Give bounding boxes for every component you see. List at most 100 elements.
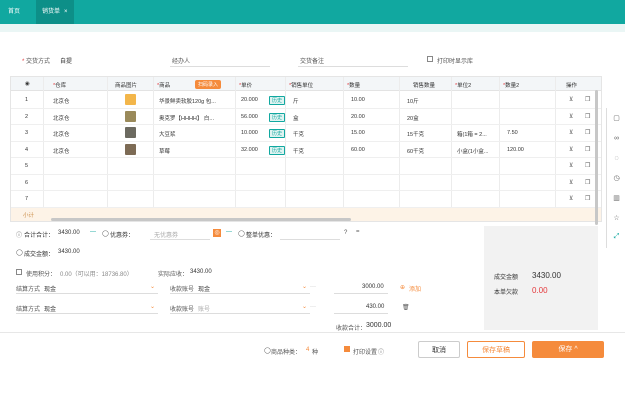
link-icon[interactable]: ∞ [612, 134, 621, 143]
close-icon[interactable]: × [64, 9, 68, 15]
table-row[interactable]: 3 北京仓 大豆浆 10.000 千克 15.00 15千克 箱(1箱 = 2... 7.50 历… [11, 125, 601, 142]
qty2-cell[interactable]: 120.00 [507, 147, 524, 153]
table-row[interactable]: 7 ⊻ ❐ [11, 191, 601, 208]
amount-1-field[interactable] [334, 293, 388, 294]
delete-row-icon[interactable]: ⊻ [569, 195, 573, 202]
product-cell[interactable]: 奥克罗【HHHH】 白... [159, 114, 214, 122]
qty-cell[interactable]: 20.00 [351, 114, 365, 120]
delete-row-icon[interactable]: ⊻ [569, 129, 573, 136]
handler-field[interactable] [170, 66, 270, 67]
price-history-button[interactable]: 历史 [269, 129, 286, 138]
unit-cell[interactable]: 盒 [293, 114, 299, 122]
copy-row-icon[interactable]: ❐ [585, 146, 590, 153]
account2-input[interactable]: 账号 [198, 304, 210, 313]
trade-value[interactable]: 自提 [60, 56, 72, 65]
coupon-pick-button[interactable]: ◎ [213, 229, 221, 237]
clock-icon[interactable]: ◷ [612, 174, 621, 183]
scan-entry-button[interactable]: 扫码录入 [195, 80, 222, 89]
delete-row-icon[interactable]: ⊻ [569, 162, 573, 169]
delete-row-icon[interactable]: ⊻ [569, 179, 573, 186]
copy-row-icon[interactable]: ❐ [585, 179, 590, 186]
copy-row-icon[interactable]: ❐ [585, 96, 590, 103]
delete-icon[interactable]: 🗑 [402, 304, 410, 311]
save-button[interactable]: 保存 ^ [532, 341, 604, 358]
chevron-down-icon[interactable]: ⌄ [302, 303, 307, 310]
handler-label[interactable]: 经办人 [172, 56, 190, 65]
settle2-field[interactable] [16, 313, 158, 314]
product-cell[interactable]: 大豆浆 [159, 130, 176, 138]
expand-icon[interactable]: ⤢ [612, 232, 621, 241]
coupon-field[interactable] [150, 239, 210, 240]
unit2-cell[interactable]: 箱(1箱 = 2... [457, 130, 487, 138]
vertical-scrollbar[interactable] [595, 90, 598, 225]
chevron-down-icon[interactable]: ⌄ [302, 283, 307, 290]
delete-row-icon[interactable]: ⊻ [569, 96, 573, 103]
points-checkbox[interactable] [16, 269, 22, 275]
whole-discount-field[interactable] [280, 239, 340, 240]
more-icon[interactable]: ··· [310, 284, 316, 290]
product-cell[interactable]: 华景鲜卖软胶120g 包... [159, 97, 216, 105]
qty2-cell[interactable]: 7.50 [507, 130, 518, 136]
qty-cell[interactable]: 60.00 [351, 147, 365, 153]
amount-2-field[interactable] [334, 313, 388, 314]
copy-row-icon[interactable]: ❐ [585, 113, 590, 120]
unit-cell[interactable]: 斤 [293, 97, 299, 105]
tab-home[interactable]: 首页 [8, 0, 20, 24]
delete-row-icon[interactable]: ⊻ [569, 146, 573, 153]
chevron-down-icon[interactable]: ⌄ [150, 283, 155, 290]
warehouse-cell[interactable]: 北京仓 [53, 114, 70, 122]
table-row[interactable]: 5 ⊻ ❐ [11, 158, 601, 175]
help-icon[interactable]: ⓘ [378, 347, 384, 356]
remark-label[interactable]: 交货备注 [300, 56, 324, 65]
chevron-down-icon[interactable]: ⌄ [150, 303, 155, 310]
table-row[interactable]: 1 北京仓 华景鲜卖软胶120g 包... 20.000 斤 10.00 10斤 历史 ⊻ ❐ [11, 92, 601, 109]
warehouse-cell[interactable]: 北京仓 [53, 130, 70, 138]
warehouse-cell[interactable]: 北京仓 [53, 147, 70, 155]
price-cell[interactable]: 32.000 [241, 147, 258, 153]
price-cell[interactable]: 56.000 [241, 114, 258, 120]
price-cell[interactable]: 20.000 [241, 97, 258, 103]
more-icon[interactable]: ··· [310, 304, 316, 310]
table-row[interactable]: 4 北京仓 草莓 32.000 千克 60.00 60千克 小盒(1小盒... 120.00 历史… [11, 142, 601, 158]
star-icon[interactable]: ☆ [612, 214, 621, 223]
settle2-value[interactable]: 现金 [44, 304, 56, 313]
qty-cell[interactable]: 10.00 [351, 97, 365, 103]
price-history-button[interactable]: 历史 [269, 96, 286, 105]
horizontal-scrollbar[interactable] [51, 218, 351, 221]
account-value[interactable]: 现金 [198, 284, 210, 293]
print-checkbox[interactable] [427, 56, 433, 62]
unit-cell[interactable]: 千克 [293, 130, 304, 138]
copy-row-icon[interactable]: ❐ [585, 129, 590, 136]
unit2-cell[interactable]: 小盒(1小盒... [457, 147, 488, 155]
print-settings-checkbox[interactable] [344, 346, 350, 352]
settle-value[interactable]: 现金 [44, 284, 56, 293]
barcode-icon[interactable]: ▥ [612, 194, 621, 203]
sale-qty-cell[interactable]: 10斤 [407, 97, 419, 105]
sale-qty-cell[interactable]: 20盒 [407, 114, 419, 122]
unit-cell[interactable]: 千克 [293, 147, 304, 155]
table-row[interactable]: 2 北京仓 奥克罗【HHHH】 白... 56.000 盒 20.00 20盒 历史 ⊻ ❐ [11, 109, 601, 125]
cancel-button[interactable]: 取消 [418, 341, 460, 358]
amount-1[interactable]: 3000.00 [362, 284, 384, 290]
save-draft-button[interactable]: 保存草稿 [467, 341, 525, 358]
account2-field[interactable] [170, 313, 310, 314]
eye-icon[interactable]: ◉ [25, 81, 30, 87]
copy-row-icon[interactable]: ❐ [585, 195, 590, 202]
list-icon[interactable]: ▢ [612, 114, 621, 123]
tab-sales-order[interactable]: 销货单 × [36, 0, 74, 24]
price-cell[interactable]: 10.000 [241, 130, 258, 136]
price-history-button[interactable]: 历史 [269, 145, 286, 155]
amount-2[interactable]: 430.00 [366, 304, 384, 310]
delete-row-icon[interactable]: ⊻ [569, 113, 573, 120]
chat-icon[interactable]: ◌ [612, 154, 621, 163]
sale-qty-cell[interactable]: 15千克 [407, 130, 424, 138]
coupon-select[interactable]: 无优惠券 [154, 230, 178, 239]
print-settings-label[interactable]: 打印设置 [353, 347, 377, 356]
qty-cell[interactable]: 15.00 [351, 130, 365, 136]
warehouse-cell[interactable]: 北京仓 [53, 97, 70, 105]
add-icon[interactable]: ⊕ [400, 284, 405, 291]
copy-row-icon[interactable]: ❐ [585, 162, 590, 169]
product-cell[interactable]: 草莓 [159, 147, 170, 155]
add-payment-label[interactable]: 添加 [409, 284, 421, 293]
sale-qty-cell[interactable]: 60千克 [407, 147, 424, 155]
